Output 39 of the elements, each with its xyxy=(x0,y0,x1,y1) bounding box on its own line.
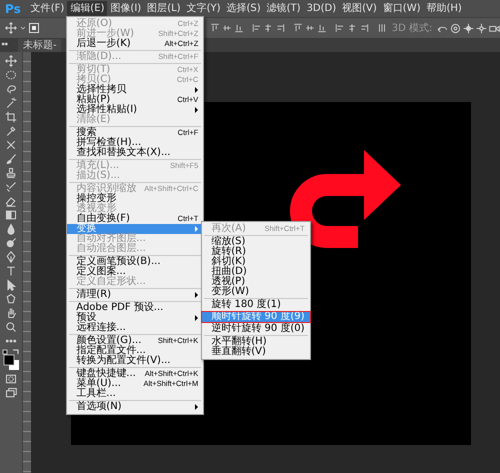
mode-label: 3D 模式: xyxy=(392,22,432,35)
menu-item[interactable]: 旋转(R) xyxy=(202,247,310,257)
menu-item[interactable]: Adobe PDF 预设... xyxy=(67,303,204,313)
menu-title[interactable]: 文件(F) xyxy=(28,1,68,16)
menu-title[interactable]: 滤镜(T) xyxy=(264,1,304,16)
menu-item[interactable]: 定义图案... xyxy=(67,267,204,277)
menu-item[interactable]: 扭曲(D) xyxy=(202,267,310,277)
menu-item[interactable]: 缩放(S) xyxy=(202,237,310,247)
menu-item[interactable]: 变形(W) xyxy=(202,287,310,297)
menu-title[interactable]: 编辑(E) xyxy=(67,1,108,16)
menu-item[interactable]: 旋转 180 度(1) xyxy=(202,300,310,310)
app-logo: Ps xyxy=(5,2,21,16)
menu-item[interactable]: 指定配置文件... xyxy=(67,346,204,356)
menu-item[interactable]: 选择性粘贴(I) xyxy=(67,105,204,115)
menu-title[interactable]: 文字(Y) xyxy=(184,1,224,16)
menu-item[interactable]: 清理(R) xyxy=(67,290,204,300)
menu-item[interactable]: 远程连接... xyxy=(67,323,204,333)
menu-item[interactable]: 定义画笔预设(B)... xyxy=(67,257,204,267)
document-tab[interactable]: 未标题- xyxy=(18,39,61,52)
menu-item[interactable]: 水平翻转(H) xyxy=(202,337,310,347)
menu-title[interactable]: 窗口(W) xyxy=(380,1,424,16)
menu-item[interactable]: 垂直翻转(V) xyxy=(202,347,310,357)
menu-item[interactable]: 首选项(N) xyxy=(67,402,204,412)
menu-item[interactable]: 透视(P) xyxy=(202,277,310,287)
menu-item[interactable]: 斜切(K) xyxy=(202,257,310,267)
menu-title[interactable]: 图像(I) xyxy=(107,1,144,16)
menu-title[interactable]: 图层(L) xyxy=(144,1,184,16)
menu-item[interactable]: 工具栏... xyxy=(67,389,204,399)
menu-item[interactable]: 预设 xyxy=(67,313,204,323)
menu-item[interactable]: 查找和替换文本(X)... xyxy=(67,148,204,158)
menu-title[interactable]: 帮助(H) xyxy=(424,1,465,16)
menu-item[interactable]: 选择性拷贝 xyxy=(67,85,204,95)
menu-title[interactable]: 选择(S) xyxy=(223,1,264,16)
menu-item[interactable]: 转换为配置文件(V)... xyxy=(67,356,204,366)
menu-title[interactable]: 视图(V) xyxy=(339,1,380,16)
menu-item[interactable]: 逆时针旋转 90 度(0) xyxy=(202,324,310,334)
menu-title[interactable]: 3D(D) xyxy=(304,1,340,16)
menu-item[interactable]: 操控变形 xyxy=(67,194,204,204)
menu-item[interactable]: 拼写检查(H)... xyxy=(67,138,204,148)
